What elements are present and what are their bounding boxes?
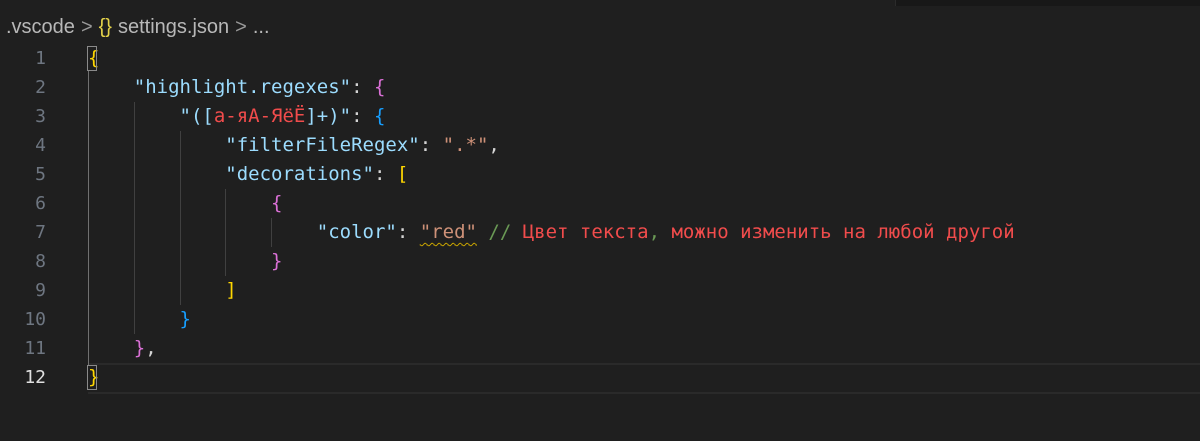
code-token: { (374, 105, 386, 127)
code-token: // (488, 221, 512, 243)
code-line[interactable]: }, (88, 334, 1015, 363)
code-line[interactable]: "filterFileRegex": ".*", (88, 131, 1015, 160)
code-line[interactable]: "([а-яА-ЯёЁ]+)": { (88, 102, 1015, 131)
code-token: , (488, 134, 500, 156)
panel-edge (895, 0, 1200, 6)
code-line[interactable]: } (88, 247, 1015, 276)
line-number: 9 (35, 280, 46, 301)
code-token: "red" (419, 221, 477, 243)
code-token: ".*" (442, 134, 489, 156)
code-line[interactable]: { (88, 44, 1015, 73)
line-number: 12 (24, 367, 46, 388)
bracket-match-close (87, 365, 97, 390)
code-token: [ (396, 163, 409, 185)
line-number: 6 (35, 193, 46, 214)
code-token: "highlight.regexes" (133, 76, 352, 98)
code-line[interactable]: } (88, 363, 1015, 392)
line-number-gutter: 1 2 3 4 5 6 7 8 9 10 11 12 (0, 44, 46, 392)
code-line[interactable]: ] (88, 276, 1015, 305)
code-token: : (374, 163, 397, 185)
chevron-right-icon: > (80, 15, 93, 38)
code-line[interactable]: } (88, 305, 1015, 334)
breadcrumb-folder[interactable]: .vscode (6, 16, 75, 39)
code-token: "decorations" (225, 163, 374, 185)
code-token: : (419, 134, 443, 156)
code-token: а-яА-ЯёЁ (213, 105, 306, 127)
line-number: 4 (35, 135, 46, 156)
code-line[interactable]: "color": "red" // Цвет текста, можно изм… (88, 218, 1015, 247)
code-token: : (351, 76, 374, 98)
bracket-match-open (87, 46, 97, 71)
line-number: 1 (35, 48, 46, 69)
code-line[interactable]: "decorations": [ (88, 160, 1015, 189)
json-file-icon: {} (98, 15, 112, 38)
code-token: ]+)" (305, 105, 352, 127)
chevron-right-icon: > (235, 15, 247, 38)
code-token: { (271, 192, 283, 214)
code-token: "([ (179, 105, 214, 127)
code-line[interactable]: { (88, 189, 1015, 218)
line-number: 2 (35, 77, 46, 98)
line-number: 3 (35, 106, 46, 127)
code-token: "filterFileRegex" (225, 134, 420, 156)
code-token: } (271, 250, 283, 272)
code-line[interactable]: "highlight.regexes": { (88, 73, 1015, 102)
code-token: : (351, 105, 375, 127)
line-number: 8 (35, 251, 46, 272)
breadcrumb: .vscode > {} settings.json > ... (6, 12, 270, 42)
breadcrumb-file[interactable]: settings.json (118, 16, 229, 39)
line-number: 10 (24, 309, 46, 330)
code-token: Цвет текста (511, 221, 649, 243)
code-token: , (145, 337, 157, 359)
code-token: можно изменить на любой другой (660, 221, 1015, 243)
code-token: ] (225, 279, 237, 301)
line-number: 5 (35, 164, 46, 185)
code-token: { (374, 76, 386, 98)
code-token: } (179, 308, 191, 330)
code-editor[interactable]: { "highlight.regexes": { "([а-яА-ЯёЁ]+)"… (88, 44, 1015, 392)
code-token: , (648, 221, 661, 243)
code-token: } (133, 337, 146, 359)
line-number: 7 (35, 222, 46, 243)
code-token: : (396, 221, 420, 243)
code-token: "color" (316, 221, 397, 243)
breadcrumb-symbols[interactable]: ... (253, 16, 270, 39)
line-number: 11 (24, 338, 46, 359)
